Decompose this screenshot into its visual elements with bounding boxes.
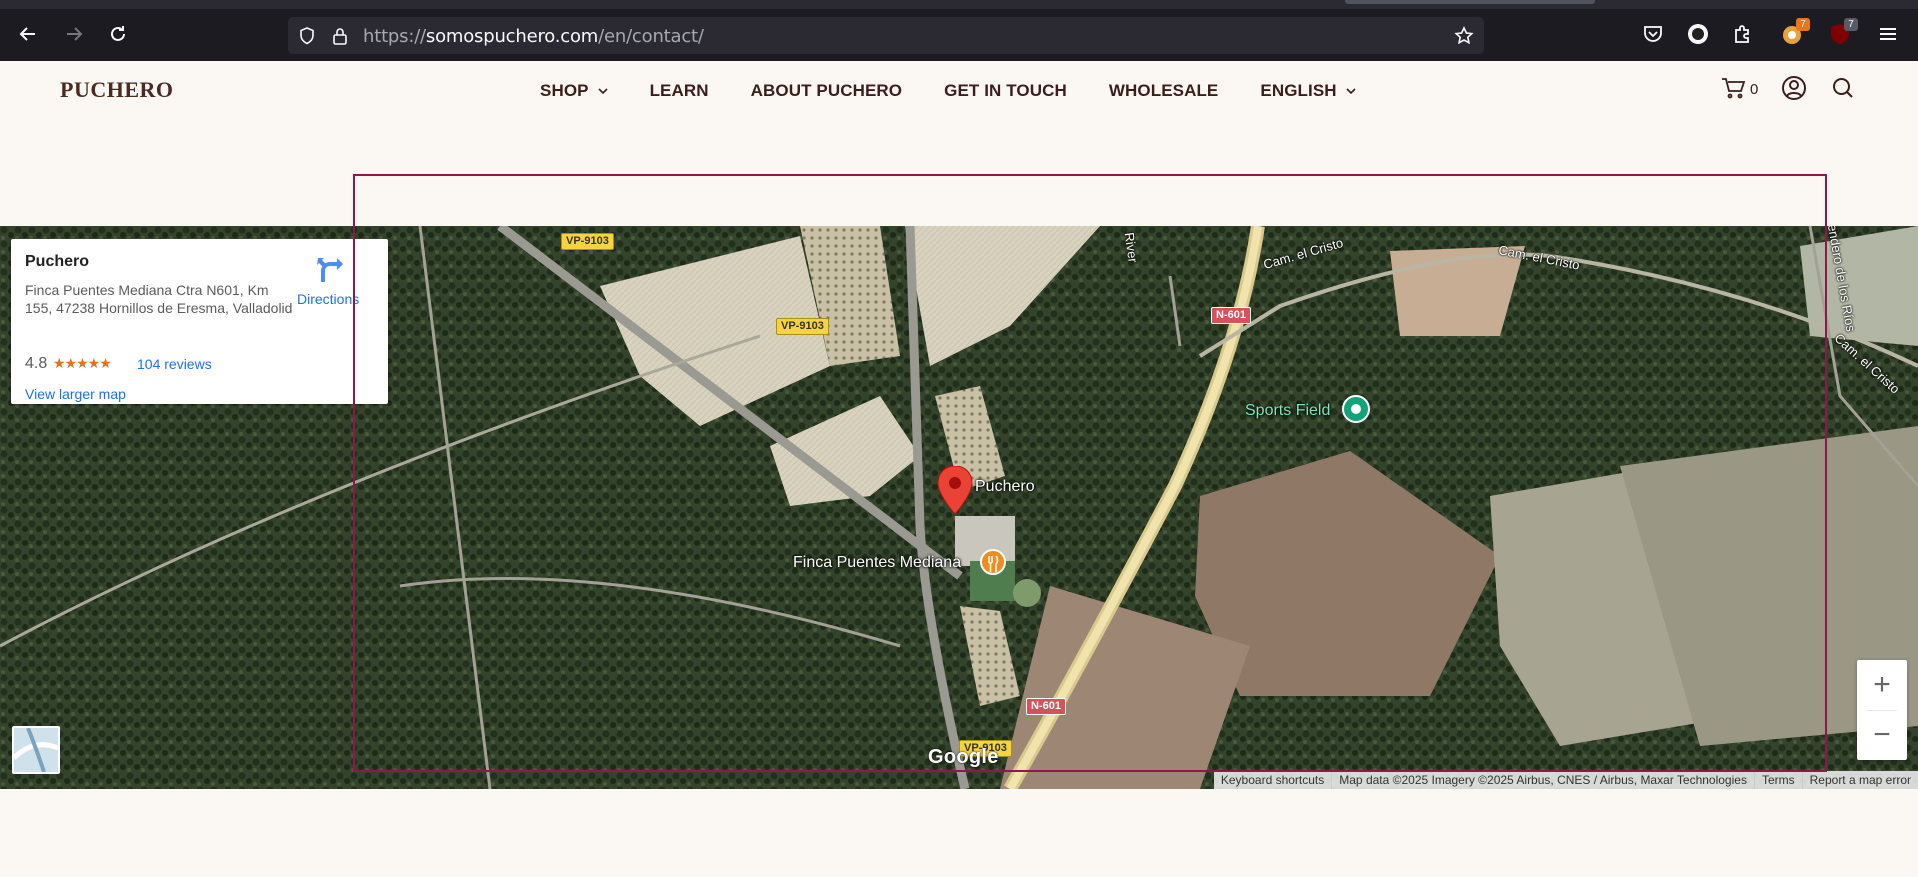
road-shield: VP-9103: [561, 233, 614, 250]
site-header: PUCHERO SHOP LEARN ABOUT PUCHERO GET IN …: [0, 61, 1918, 121]
menu-item-about[interactable]: ABOUT PUCHERO: [751, 81, 902, 101]
keyboard-shortcuts-link[interactable]: Keyboard shortcuts: [1214, 771, 1331, 789]
menu-item-label: ABOUT PUCHERO: [750, 81, 903, 100]
road-shield: N-601: [1211, 307, 1251, 324]
zoom-controls: + −: [1857, 660, 1907, 760]
place-rating: 4.8: [25, 355, 48, 372]
reviews-link[interactable]: 104 reviews: [137, 356, 212, 372]
restaurant-marker-icon[interactable]: [979, 549, 1007, 586]
main-menu: SHOP LEARN ABOUT PUCHERO GET IN TOUCH WH…: [540, 81, 1398, 101]
place-label-puchero[interactable]: Puchero: [975, 478, 1035, 496]
place-label-sports-field[interactable]: Sports Field: [1245, 402, 1330, 420]
search-icon[interactable]: [1832, 77, 1854, 104]
hamburger-menu-icon[interactable]: [1876, 22, 1900, 46]
menu-item-wholesale[interactable]: WHOLESALE: [1109, 81, 1219, 101]
menu-item-label: GET IN TOUCH: [944, 81, 1067, 100]
terms-link[interactable]: Terms: [1753, 771, 1802, 789]
location-pin-icon[interactable]: [937, 465, 973, 519]
pocket-icon[interactable]: [1641, 22, 1665, 46]
report-error-link[interactable]: Report a map error: [1801, 771, 1918, 789]
page-body-below-map: [0, 789, 1918, 877]
site-logo[interactable]: PUCHERO: [60, 77, 174, 103]
chevron-down-icon: [1346, 87, 1356, 94]
menu-item-learn[interactable]: LEARN: [650, 81, 709, 101]
sports-marker-icon[interactable]: [1341, 395, 1371, 434]
extension-avatar-icon[interactable]: [1686, 22, 1710, 46]
directions-icon[interactable]: [315, 255, 345, 285]
active-tab-indicator[interactable]: [1345, 0, 1595, 4]
rating-stars-icon: ★★★★★: [53, 355, 112, 371]
reload-icon[interactable]: [104, 20, 132, 48]
forward-icon[interactable]: [60, 20, 88, 48]
extension-badge: 7: [1796, 18, 1810, 31]
menu-item-label: ENGLISH: [1260, 81, 1337, 100]
url-domain: somospuchero.com: [425, 26, 599, 47]
google-logo: Google: [928, 746, 999, 768]
chevron-down-icon: [598, 87, 608, 94]
road-shield: VP-9103: [776, 318, 829, 335]
account-icon[interactable]: [1781, 75, 1807, 106]
menu-item-shop[interactable]: SHOP: [540, 81, 608, 101]
menu-item-label: LEARN: [649, 81, 709, 100]
browser-toolbar: https://somospuchero.com/en/contact/ 7 7: [0, 0, 1918, 61]
url-prefix: https://: [363, 26, 426, 47]
menu-item-language[interactable]: ENGLISH: [1260, 81, 1356, 101]
map-layer-toggle[interactable]: [12, 726, 60, 774]
place-title: Puchero: [25, 253, 90, 270]
url-path: /en/contact/: [598, 26, 704, 47]
cart-count: 0: [1750, 81, 1759, 98]
embedded-map[interactable]: VP-9103 VP-9103 VP-9103 N-601 N-601 Cam.…: [0, 226, 1918, 789]
back-icon[interactable]: [14, 20, 42, 48]
lock-icon[interactable]: [330, 26, 350, 46]
place-address: Finca Puentes Mediana Ctra N601, Km 155,…: [25, 282, 293, 316]
menu-item-get-in-touch[interactable]: GET IN TOUCH: [944, 81, 1067, 101]
view-larger-map-link[interactable]: View larger map: [25, 386, 126, 402]
place-info-card: Puchero Finca Puentes Mediana Ctra N601,…: [11, 239, 388, 404]
bookmark-star-icon[interactable]: [1454, 26, 1474, 46]
extensions-puzzle-icon[interactable]: [1731, 22, 1755, 46]
url-bar[interactable]: https://somospuchero.com/en/contact/: [288, 17, 1484, 54]
cart-icon[interactable]: [1721, 77, 1746, 104]
menu-item-label: WHOLESALE: [1108, 81, 1219, 100]
map-thumbnail-icon: [14, 728, 58, 772]
place-label-restaurant[interactable]: Finca Puentes Mediana: [793, 554, 961, 572]
zoom-out-button[interactable]: −: [1857, 710, 1907, 760]
tab-strip: [0, 0, 1918, 9]
road-shield: N-601: [1026, 698, 1066, 715]
url-text[interactable]: https://somospuchero.com/en/contact/: [363, 26, 704, 47]
shield-icon[interactable]: [297, 26, 317, 46]
map-data-text: Map data ©2025 Imagery ©2025 Airbus, CNE…: [1331, 771, 1754, 789]
zoom-in-button[interactable]: +: [1857, 660, 1907, 710]
map-attribution: Keyboard shortcuts Map data ©2025 Imager…: [1213, 771, 1918, 789]
directions-link[interactable]: Directions: [297, 291, 359, 307]
extension-shield-icon[interactable]: 7: [1780, 18, 1810, 46]
ublock-icon[interactable]: 7: [1828, 18, 1858, 46]
extension-badge: 7: [1844, 18, 1858, 31]
menu-item-label: SHOP: [540, 81, 589, 100]
